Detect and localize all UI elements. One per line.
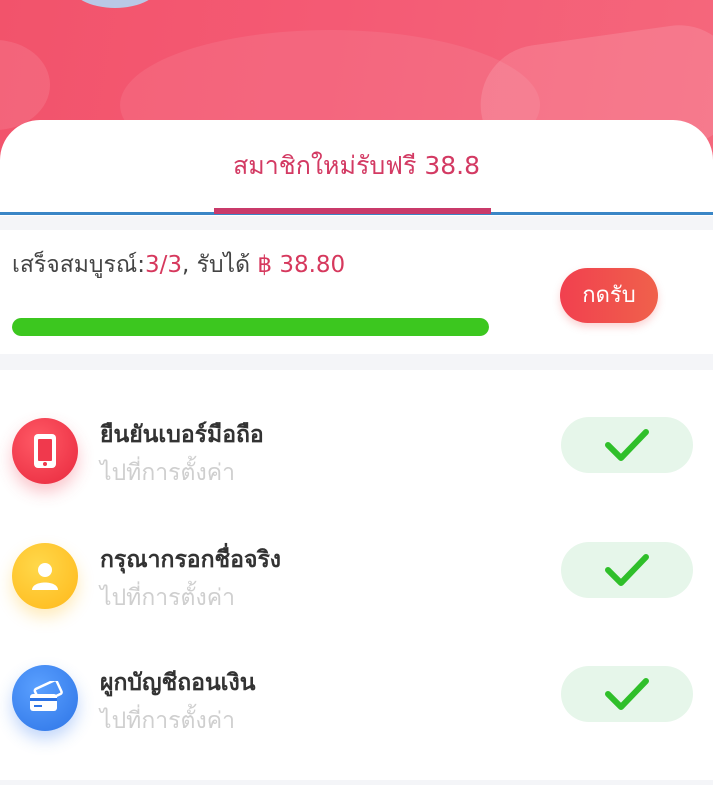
tab-new-member[interactable]: สมาชิกใหม่รับฟรี 38.8 [0, 150, 713, 182]
completed-badge [561, 417, 693, 473]
reward-amount: ฿ 38.80 [257, 252, 346, 278]
progress-bar [12, 318, 489, 336]
check-icon [605, 429, 649, 461]
progress-summary: เสร็จสมบูรณ์:3/3, รับได้ ฿ 38.80 [12, 250, 345, 280]
claim-button[interactable]: กดรับ [560, 268, 658, 323]
completed-badge [561, 666, 693, 722]
progress-bar-fill [12, 318, 489, 336]
phone-icon [12, 418, 78, 484]
task-real-name[interactable]: กรุณากรอกชื่อจริง ไปที่การตั้งค่า [0, 535, 713, 635]
check-icon [605, 554, 649, 586]
task-title: ยืนยันเบอร์มือถือ [100, 422, 264, 448]
task-verify-phone[interactable]: ยืนยันเบอร์มือถือ ไปที่การตั้งค่า [0, 410, 713, 510]
task-title: กรุณากรอกชื่อจริง [100, 547, 282, 573]
user-icon [12, 543, 78, 609]
task-list: ยืนยันเบอร์มือถือ ไปที่การตั้งค่า กรุณาก… [0, 370, 713, 780]
task-title: ผูกบัญชีถอนเงิน [100, 670, 256, 696]
progress-label: เสร็จสมบูรณ์: [12, 252, 145, 278]
progress-section: เสร็จสมบูรณ์:3/3, รับได้ ฿ 38.80 กดรับ [0, 230, 713, 354]
progress-count: 3/3 [144, 252, 182, 278]
reward-label: , รับได้ [181, 252, 251, 278]
task-subtitle[interactable]: ไปที่การตั้งค่า [100, 583, 235, 613]
decorative-blob [70, 0, 160, 8]
task-subtitle[interactable]: ไปที่การตั้งค่า [100, 706, 235, 736]
tab-active-indicator [214, 208, 491, 214]
decorative-blob [0, 40, 50, 130]
task-subtitle[interactable]: ไปที่การตั้งค่า [100, 458, 235, 488]
check-icon [605, 678, 649, 710]
bank-card-icon [12, 665, 78, 731]
task-bind-account[interactable]: ผูกบัญชีถอนเงิน ไปที่การตั้งค่า [0, 660, 713, 760]
completed-badge [561, 542, 693, 598]
